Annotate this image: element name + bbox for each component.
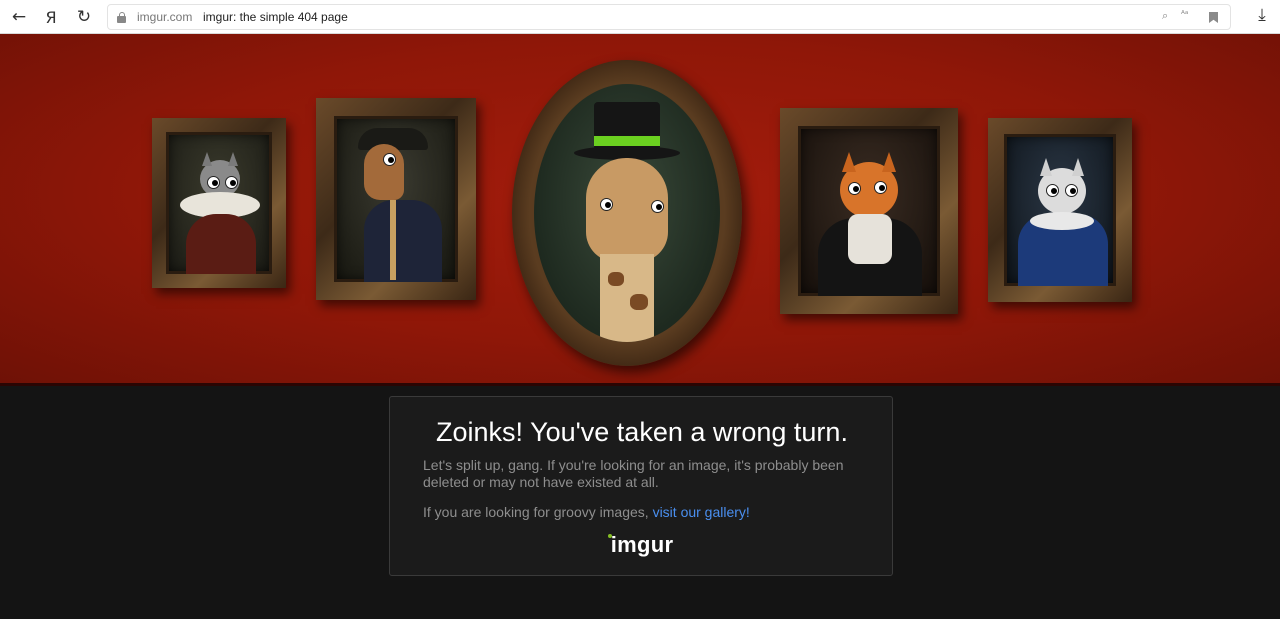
cat-ruff-portrait (152, 118, 286, 288)
lock-icon (117, 12, 126, 23)
portrait-gallery-banner (0, 34, 1280, 386)
download-icon[interactable]: ⤓ (1250, 5, 1274, 29)
gallery-prefix: If you are looking for groovy images, (423, 504, 653, 520)
address-bar[interactable]: imgur.com imgur: the simple 404 page ⌕ ᴬ… (107, 4, 1231, 30)
address-domain: imgur.com (137, 10, 193, 24)
page-title: imgur: the simple 404 page (203, 10, 348, 24)
browser-toolbar: ← Я ↻ imgur.com imgur: the simple 404 pa… (0, 0, 1280, 34)
error-heading: Zoinks! You've taken a wrong turn. (436, 417, 848, 447)
giraffe-tophat-portrait (512, 60, 742, 366)
yandex-icon[interactable]: Я (38, 5, 64, 29)
imgur-logo-text: imgur (610, 532, 674, 557)
translate-icon[interactable]: ᴬᵃ (1181, 10, 1188, 20)
imgur-logo-dot (608, 534, 612, 538)
white-cat-portrait (988, 118, 1132, 302)
gallery-link[interactable]: visit our gallery! (653, 504, 750, 520)
reload-icon[interactable]: ↻ (71, 5, 97, 29)
error-description: Let's split up, gang. If you're looking … (423, 457, 844, 490)
orange-cat-portrait (780, 108, 958, 314)
bookmark-icon[interactable] (1209, 12, 1218, 23)
gallery-suggestion: If you are looking for groovy images, vi… (423, 504, 863, 521)
error-message-card: Zoinks! You've taken a wrong turn. Let's… (389, 396, 893, 576)
horse-admiral-portrait (316, 98, 476, 300)
imgur-logo[interactable]: imgur (390, 532, 894, 558)
reader-icon[interactable]: ⌕ (1162, 9, 1168, 23)
back-icon[interactable]: ← (6, 5, 32, 29)
